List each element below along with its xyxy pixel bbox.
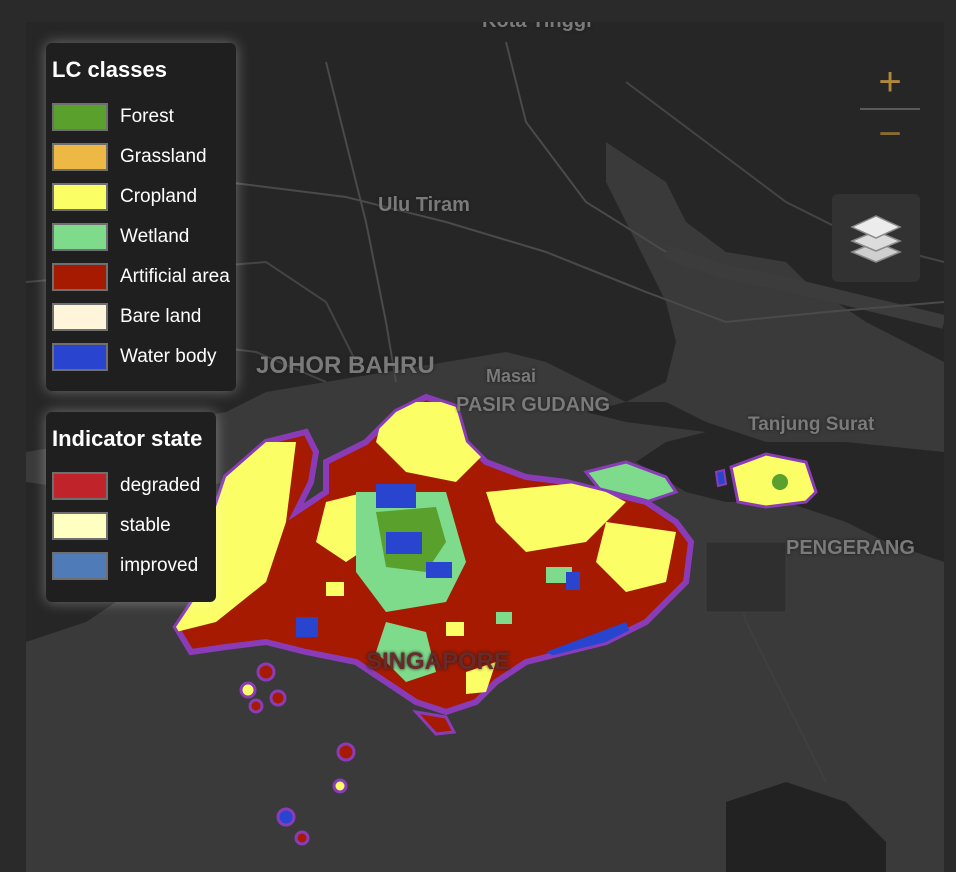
lc-legend-swatch	[52, 263, 108, 291]
indicator-legend-swatch	[52, 512, 108, 540]
lc-legend-swatch	[52, 183, 108, 211]
map-label-masai: Masai	[486, 366, 537, 386]
map-label-singapore: SINGAPORE	[366, 648, 511, 675]
lc-legend-label: Bare land	[120, 306, 202, 327]
indicator-legend-label: stable	[120, 515, 171, 536]
lc-legend-label: Grassland	[120, 146, 207, 167]
map-label-pengerang: PENGERANG	[786, 537, 915, 559]
map-label-johor-bahru: JOHOR BAHRU	[256, 352, 435, 379]
lc-legend-item: Cropland	[52, 177, 236, 217]
lc-legend-item: Water body	[52, 337, 236, 377]
lc-classes-legend: LC classes Forest Grassland Cropland Wetlan…	[46, 43, 236, 391]
indicator-state-legend: Indicator state degraded stable improved	[46, 412, 216, 602]
indicator-legend-swatch	[52, 552, 108, 580]
lc-legend-swatch	[52, 143, 108, 171]
zoom-in-button[interactable]: +	[860, 56, 920, 110]
indicator-legend-title: Indicator state	[52, 426, 203, 451]
indicator-legend-label: improved	[120, 555, 199, 576]
lc-legend-label: Water body	[120, 346, 217, 367]
lc-legend-swatch	[52, 303, 108, 331]
indicator-legend-item: degraded	[52, 466, 216, 506]
lc-legend-item: Forest	[52, 97, 236, 137]
zoom-out-button[interactable]: −	[860, 108, 920, 160]
indicator-legend-swatch	[52, 472, 108, 500]
lc-legend-swatch	[52, 103, 108, 131]
indicator-legend-label: degraded	[120, 475, 201, 496]
lc-legend-label: Forest	[120, 106, 174, 127]
map-label-pasir-gudang: PASIR GUDANG	[456, 394, 611, 416]
lc-legend-item: Artificial area	[52, 257, 236, 297]
lc-legend-item: Wetland	[52, 217, 236, 257]
map-label-tanjung-surat: Tanjung Surat	[748, 414, 875, 435]
lc-legend-item: Grassland	[52, 137, 236, 177]
indicator-legend-item: stable	[52, 506, 216, 546]
lc-legend-swatch	[52, 223, 108, 251]
lc-legend-title: LC classes	[52, 57, 167, 82]
layers-icon	[850, 215, 902, 263]
lc-legend-label: Wetland	[120, 226, 190, 247]
lc-legend-swatch	[52, 343, 108, 371]
indicator-legend-item: improved	[52, 546, 216, 586]
lc-legend-label: Cropland	[120, 186, 198, 207]
lc-legend-item: Bare land	[52, 297, 236, 337]
lc-legend-label: Artificial area	[120, 266, 230, 287]
map-label-kota-tinggi: Kota Tinggi	[482, 22, 592, 33]
layers-button[interactable]	[832, 194, 920, 282]
map-label-ulu-tiram: Ulu Tiram	[378, 194, 470, 216]
